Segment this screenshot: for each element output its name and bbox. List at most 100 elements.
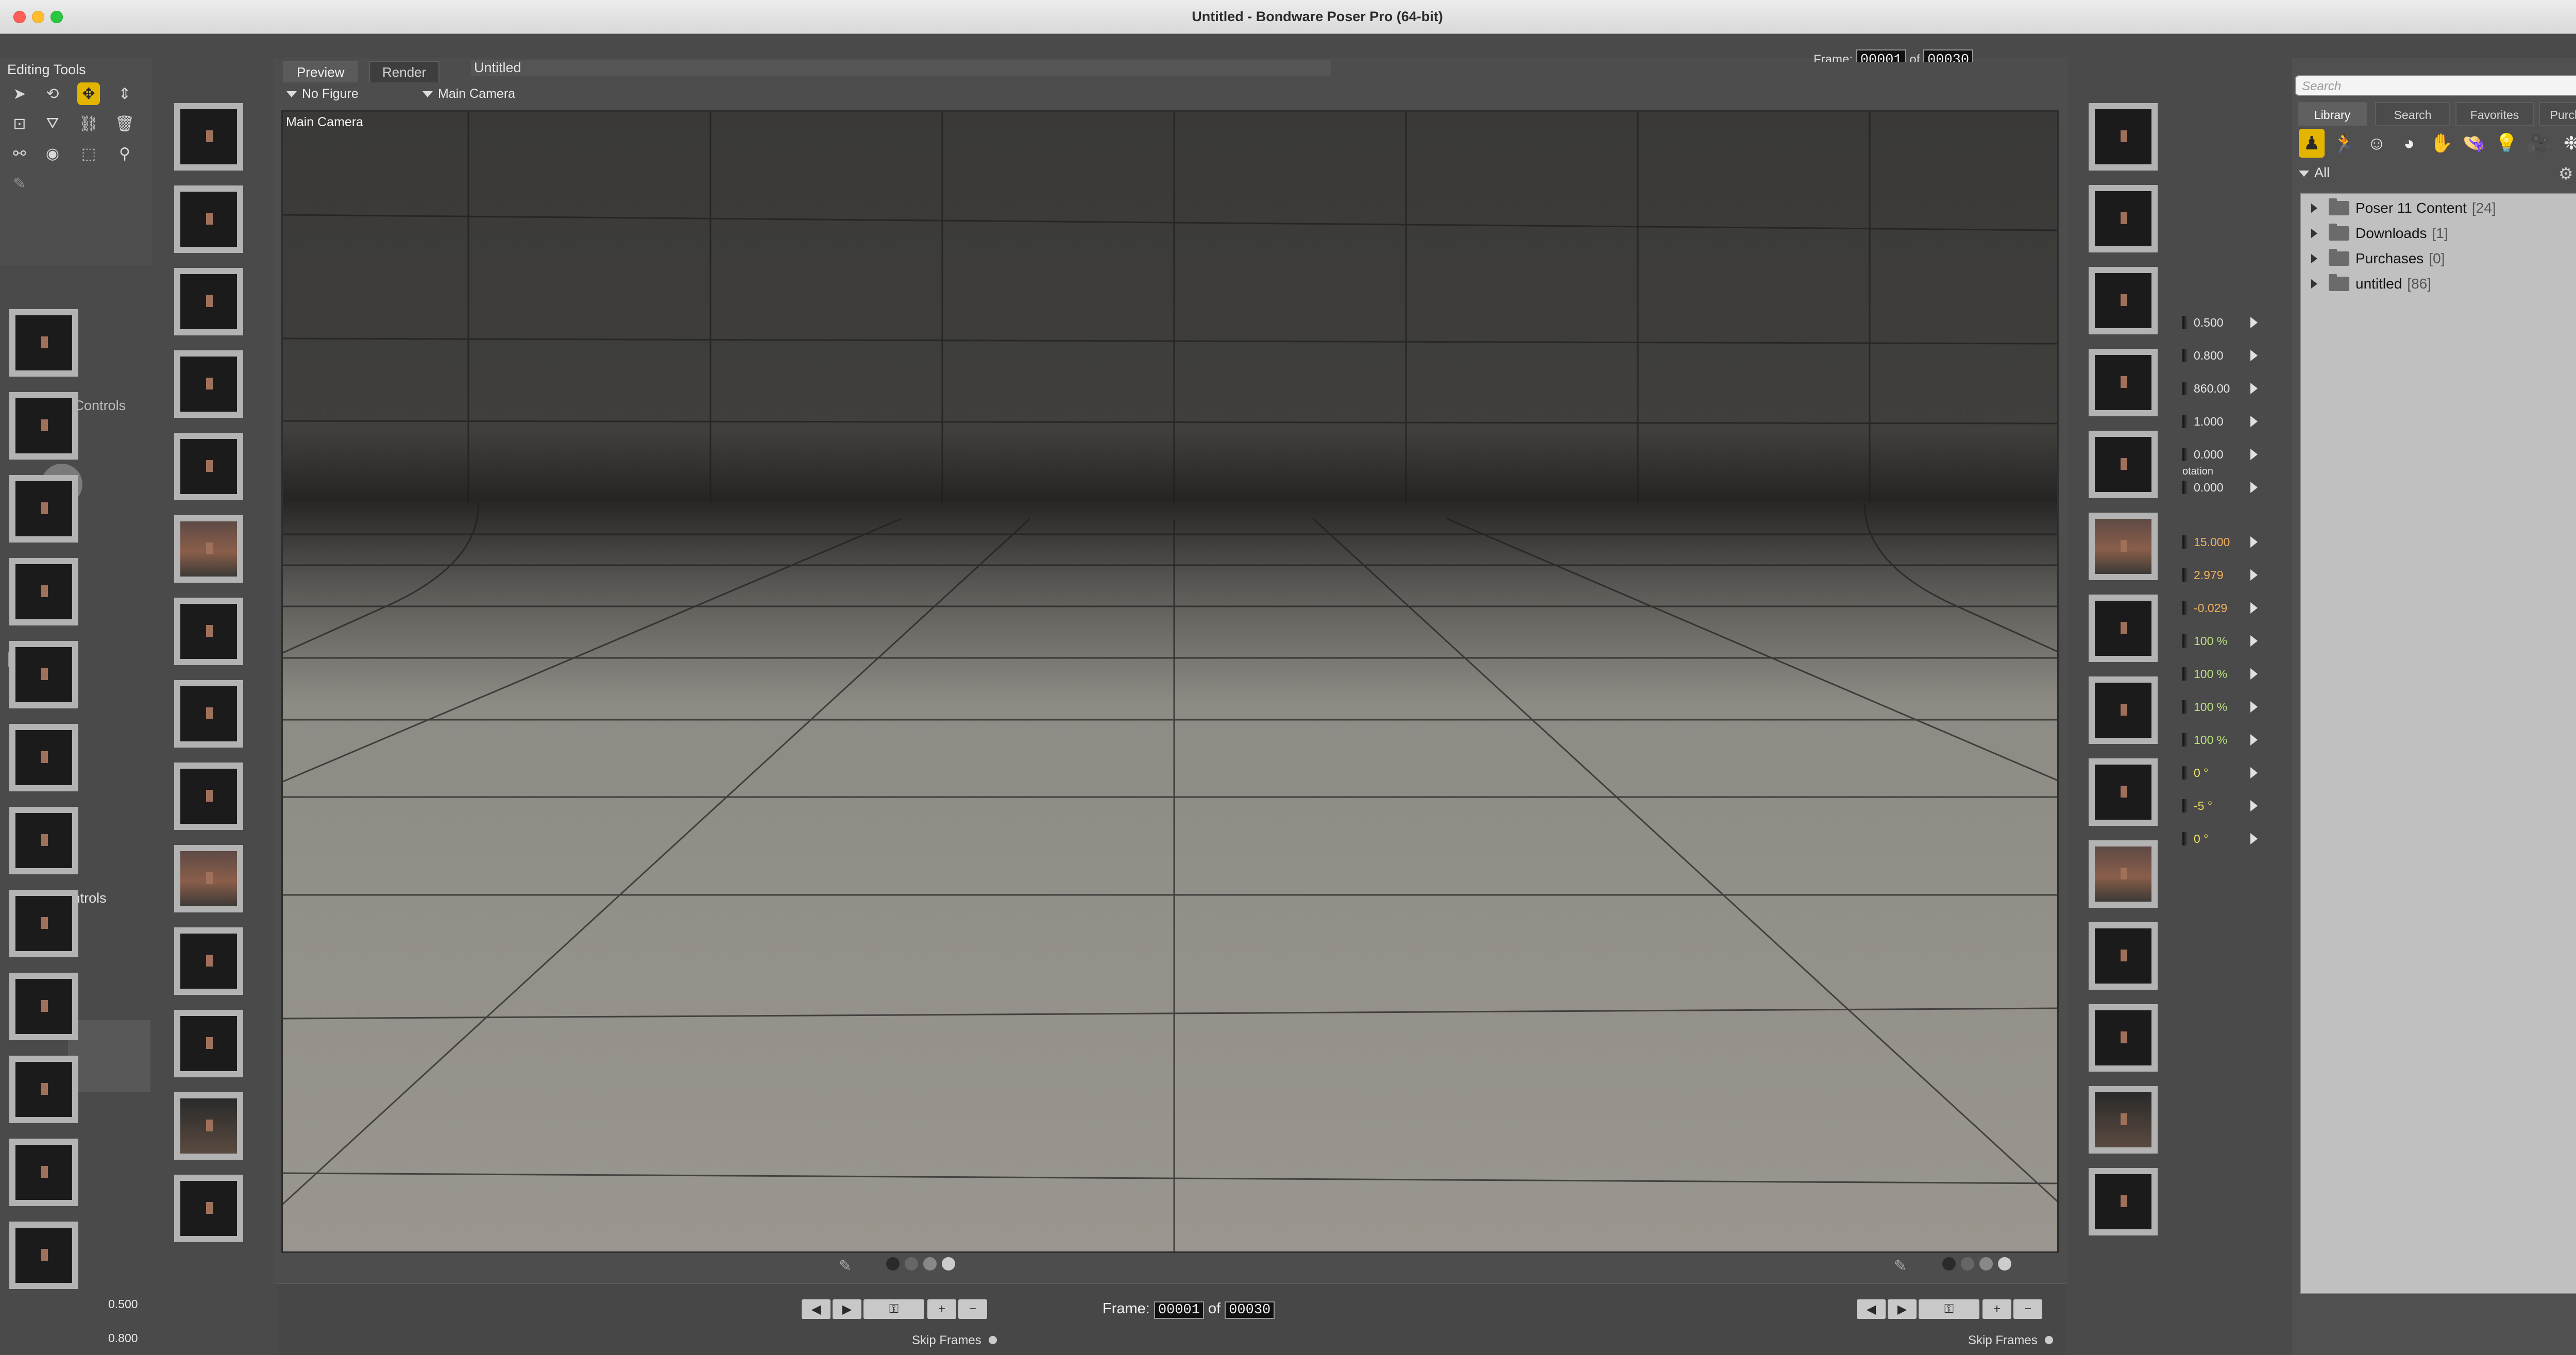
grouping-icon[interactable]: ⚯ <box>8 142 31 165</box>
tab-render[interactable]: Render <box>369 61 440 82</box>
thumbnail[interactable] <box>2089 1168 2158 1235</box>
parameter-slider[interactable] <box>2182 832 2187 845</box>
tab-favorites[interactable]: Favorites <box>2455 102 2534 126</box>
thumbnail[interactable] <box>174 763 243 830</box>
tab-library[interactable]: Library <box>2298 102 2367 126</box>
left-param-2[interactable]: 0.800 <box>108 1331 138 1345</box>
thumbnail[interactable] <box>174 927 243 995</box>
parameter-slider[interactable] <box>2182 568 2187 582</box>
dial-arrow-icon[interactable] <box>2250 482 2258 493</box>
lights-icon[interactable]: 💡 <box>2494 129 2519 158</box>
thumbnail[interactable] <box>174 1092 243 1160</box>
thumbnail[interactable] <box>174 598 243 665</box>
dial-arrow-icon[interactable] <box>2250 383 2258 394</box>
morphing-icon[interactable]: ⬚ <box>77 142 100 165</box>
parameter-dial[interactable]: -0.029 <box>2182 598 2265 618</box>
parameter-slider[interactable] <box>2182 535 2187 549</box>
dial-arrow-icon[interactable] <box>2250 701 2258 713</box>
parameter-dial[interactable]: 860.00 <box>2182 378 2265 399</box>
left-param-1[interactable]: 0.500 <box>108 1297 138 1311</box>
hands-icon[interactable]: ✋ <box>2429 129 2454 158</box>
dial-arrow-icon[interactable] <box>2250 536 2258 548</box>
dial-arrow-icon[interactable] <box>2250 767 2258 778</box>
figures-icon[interactable]: ♟ <box>2299 129 2325 158</box>
folder-purchases[interactable]: Purchases [0] <box>2301 248 2445 269</box>
parameter-slider[interactable] <box>2182 634 2187 648</box>
parameter-slider[interactable] <box>2182 316 2187 329</box>
thumbnail[interactable] <box>2089 676 2158 744</box>
parameter-dial[interactable]: 0.800 <box>2182 345 2265 366</box>
thumbnail[interactable] <box>9 392 78 460</box>
magnifier-icon[interactable]: ⚲ <box>113 142 136 165</box>
thumbnail[interactable] <box>174 433 243 500</box>
taper-icon[interactable]: ⛛ <box>41 112 64 135</box>
parameter-slider[interactable] <box>2182 667 2187 681</box>
parameter-dial[interactable]: 100 % <box>2182 631 2265 651</box>
dial-arrow-icon[interactable] <box>2250 668 2258 680</box>
thumbnail[interactable] <box>174 1175 243 1242</box>
thumbnail[interactable] <box>2089 840 2158 908</box>
camera-menu[interactable]: Main Camera <box>422 87 515 101</box>
cameras-icon[interactable]: 🎥 <box>2526 129 2552 158</box>
dial-arrow-icon[interactable] <box>2250 449 2258 460</box>
tab-search[interactable]: Search <box>2375 102 2450 126</box>
total-frames-field[interactable]: 00030 <box>1225 1301 1275 1319</box>
previous-frame-button[interactable]: ◀ <box>1857 1299 1886 1319</box>
parameter-dial[interactable]: 15.000 <box>2182 532 2265 552</box>
thumbnail[interactable] <box>2089 758 2158 826</box>
3d-viewport[interactable]: Main Camera <box>281 110 2059 1253</box>
light-preview[interactable] <box>68 1020 150 1092</box>
translate-in-out-icon[interactable]: ⇕ <box>113 82 136 105</box>
thumbnail[interactable] <box>9 1139 78 1206</box>
parameter-slider[interactable] <box>2182 799 2187 812</box>
thumbnail[interactable] <box>174 845 243 912</box>
dial-arrow-icon[interactable] <box>2250 800 2258 811</box>
thumbnail[interactable] <box>2089 595 2158 662</box>
dial-arrow-icon[interactable] <box>2250 416 2258 427</box>
chain-break-icon[interactable]: ⛓ <box>77 112 100 135</box>
thumbnail[interactable] <box>174 268 243 335</box>
previous-frame-button[interactable]: ◀ <box>802 1299 831 1319</box>
thumbnail[interactable] <box>9 807 78 874</box>
skip-frames-toggle[interactable]: Skip Frames <box>912 1333 997 1348</box>
thumbnail[interactable] <box>2089 922 2158 990</box>
dial-arrow-icon[interactable] <box>2250 569 2258 581</box>
view-magnifier-icon[interactable]: ◉ <box>41 142 64 165</box>
thumbnail[interactable] <box>174 515 243 583</box>
tab-purchases[interactable]: Purchases <box>2539 102 2576 126</box>
play-button[interactable]: ▶ <box>833 1299 861 1319</box>
color-icon[interactable]: 🗑 <box>113 112 136 135</box>
library-root[interactable]: All <box>2299 165 2330 181</box>
tab-preview[interactable]: Preview <box>283 61 358 82</box>
parameter-dial[interactable]: 2.979 <box>2182 565 2265 585</box>
parameter-dial[interactable]: 0.500 <box>2182 312 2265 333</box>
remove-keyframe-button[interactable]: − <box>2013 1299 2042 1319</box>
thumbnail[interactable] <box>2089 185 2158 252</box>
remove-keyframe-button[interactable]: − <box>958 1299 987 1319</box>
library-search-field[interactable]: Search <box>2295 75 2576 96</box>
dial-arrow-icon[interactable] <box>2250 734 2258 746</box>
thumbnail[interactable] <box>2089 349 2158 416</box>
parameter-dial[interactable]: 0.000 <box>2182 477 2265 498</box>
top-total-frames[interactable]: 00030 <box>1923 49 1974 62</box>
thumbnail[interactable] <box>2089 1086 2158 1154</box>
add-keyframe-button[interactable]: + <box>1982 1299 2011 1319</box>
thumbnail[interactable] <box>2089 267 2158 334</box>
keyframe-button[interactable]: ⚿ <box>863 1299 924 1319</box>
thumbnail[interactable] <box>9 890 78 957</box>
skip-frames-radio[interactable] <box>989 1336 997 1344</box>
thumbnail[interactable] <box>9 724 78 791</box>
parameter-slider[interactable] <box>2182 601 2187 615</box>
parameter-slider[interactable] <box>2182 382 2187 395</box>
materials-icon[interactable]: ❉ <box>2558 129 2576 158</box>
thumbnail[interactable] <box>9 641 78 708</box>
thumbnail[interactable] <box>2089 513 2158 580</box>
viewport-dots[interactable] <box>886 1257 955 1271</box>
thumbnail[interactable] <box>174 350 243 418</box>
parameter-slider[interactable] <box>2182 766 2187 780</box>
parameter-slider[interactable] <box>2182 448 2187 461</box>
direct-manipulation-icon[interactable]: ✎ <box>8 172 31 195</box>
thumbnail[interactable] <box>174 680 243 748</box>
parameter-slider[interactable] <box>2182 733 2187 747</box>
thumbnail[interactable] <box>9 1056 78 1123</box>
